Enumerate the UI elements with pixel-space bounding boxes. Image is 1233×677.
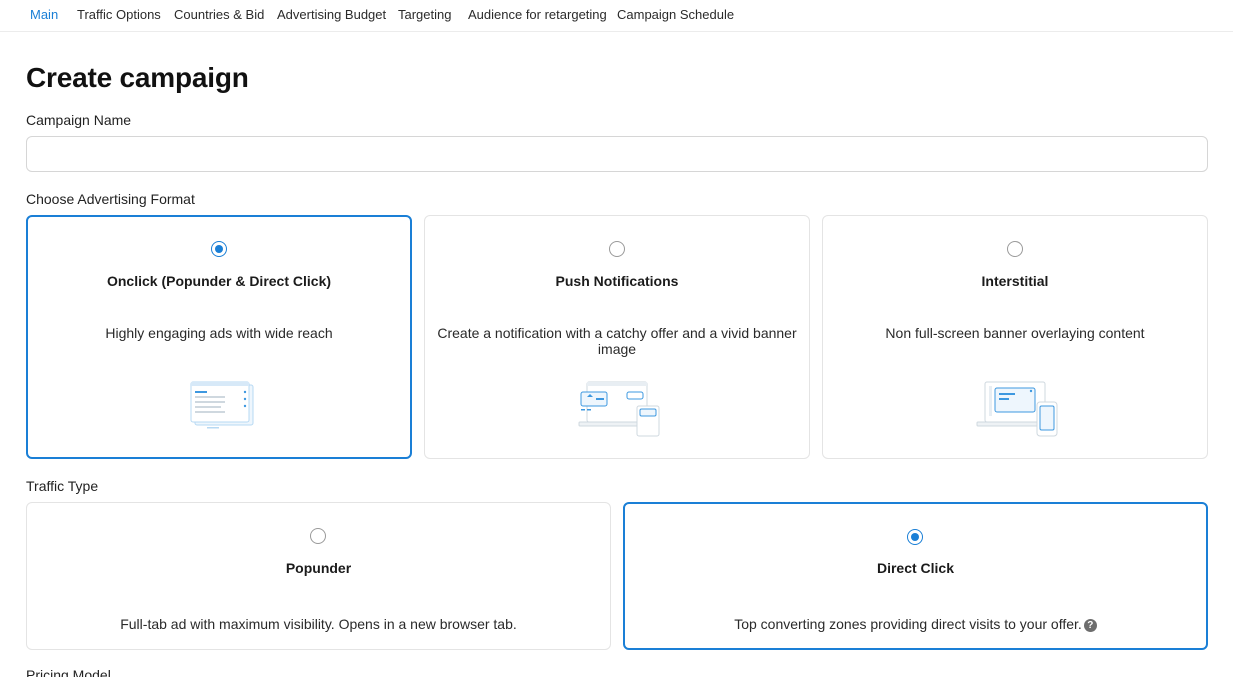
traffic-popunder-title: Popunder xyxy=(285,560,352,576)
push-illustration-icon xyxy=(578,381,660,437)
tab-main[interactable]: Main xyxy=(30,7,58,22)
tab-audience-retargeting[interactable]: Audience for retargeting xyxy=(468,7,607,22)
traffic-direct-click-radio[interactable] xyxy=(907,529,923,545)
format-onclick-radio[interactable] xyxy=(211,241,227,257)
tab-campaign-schedule[interactable]: Campaign Schedule xyxy=(617,7,734,22)
format-interstitial-radio[interactable] xyxy=(1007,241,1023,257)
traffic-type-label: Traffic Type xyxy=(26,478,99,494)
tab-traffic-options[interactable]: Traffic Options xyxy=(77,7,161,22)
campaign-name-label: Campaign Name xyxy=(26,112,132,128)
traffic-direct-click-description: Top converting zones providing direct vi… xyxy=(734,616,1082,632)
format-interstitial-description: Non full-screen banner overlaying conten… xyxy=(885,325,1145,341)
advertising-format-label: Choose Advertising Format xyxy=(26,191,195,207)
page-title: Create campaign xyxy=(26,62,249,93)
format-push-radio[interactable] xyxy=(609,241,625,257)
tab-advertising-budget[interactable]: Advertising Budget xyxy=(277,7,386,22)
tab-targeting[interactable]: Targeting xyxy=(398,7,451,22)
format-card-onclick[interactable]: Onclick (Popunder & Direct Click) Highly… xyxy=(26,215,412,459)
traffic-card-popunder[interactable]: Popunder Full-tab ad with maximum visibi… xyxy=(26,502,611,650)
traffic-direct-click-title: Direct Click xyxy=(876,560,955,576)
traffic-card-direct-click[interactable]: Direct Click Top converting zones provid… xyxy=(623,502,1208,650)
tab-countries-bid[interactable]: Countries & Bid xyxy=(174,7,264,22)
format-onclick-description: Highly engaging ads with wide reach xyxy=(105,325,333,341)
format-onclick-title: Onclick (Popunder & Direct Click) xyxy=(106,273,332,289)
top-navigation: Main Traffic Options Countries & Bid Adv… xyxy=(0,0,1233,32)
interstitial-illustration-icon xyxy=(976,381,1058,437)
traffic-popunder-description: Full-tab ad with maximum visibility. Ope… xyxy=(120,616,517,632)
onclick-illustration-icon xyxy=(190,381,254,429)
format-interstitial-title: Interstitial xyxy=(981,273,1049,289)
format-push-title: Push Notifications xyxy=(555,273,679,289)
campaign-name-input[interactable] xyxy=(26,136,1208,172)
help-icon[interactable]: ? xyxy=(1083,619,1097,632)
format-push-description: Create a notification with a catchy offe… xyxy=(437,325,797,357)
format-card-push[interactable]: Push Notifications Create a notification… xyxy=(424,215,810,459)
traffic-popunder-radio[interactable] xyxy=(310,528,326,544)
format-card-interstitial[interactable]: Interstitial Non full-screen banner over… xyxy=(822,215,1208,459)
pricing-model-label: Pricing Model xyxy=(26,667,111,677)
traffic-direct-click-description-row: Top converting zones providing direct vi… xyxy=(633,616,1198,632)
